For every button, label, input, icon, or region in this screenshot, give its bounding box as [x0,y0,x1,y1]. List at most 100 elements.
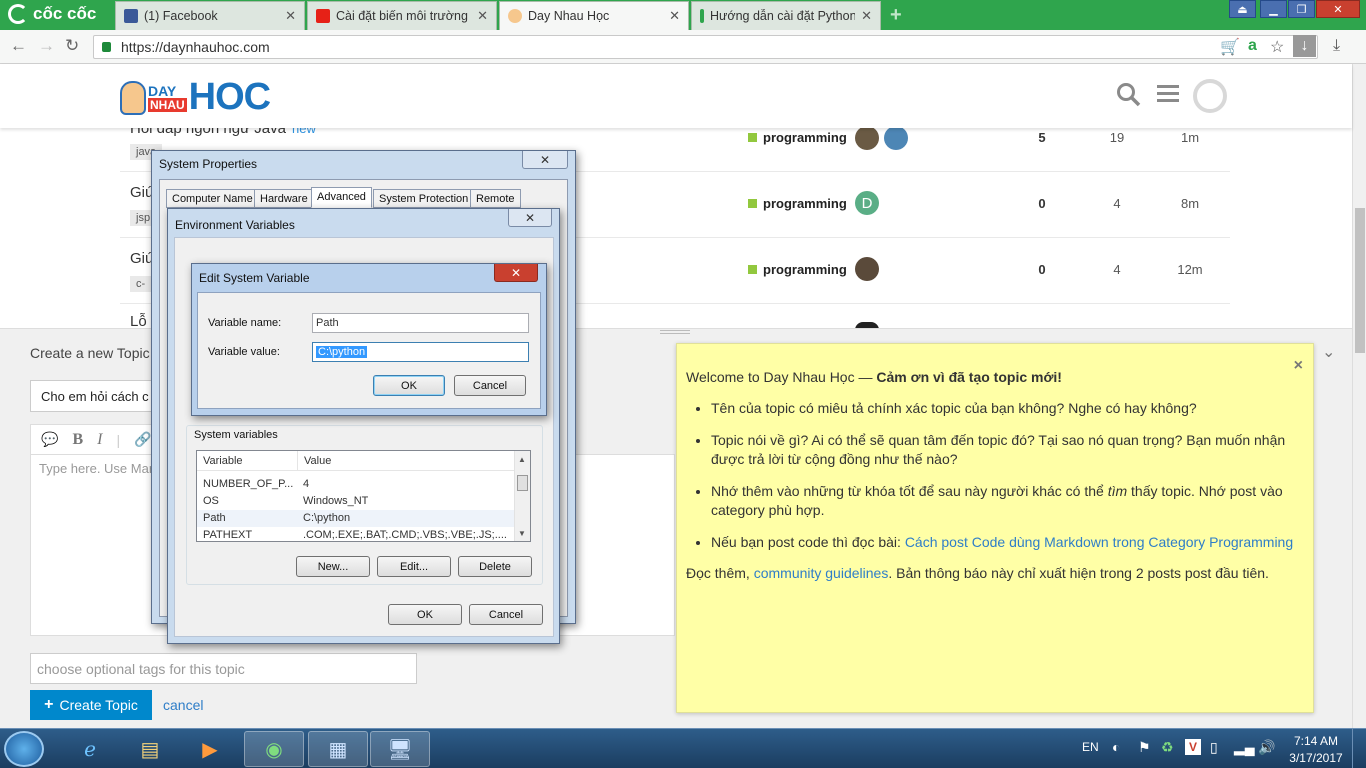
list-item[interactable]: Path C:\python [197,510,515,527]
close-tab-icon[interactable]: ✕ [669,8,680,24]
cart-icon[interactable]: 🛒 [1220,37,1240,57]
tab-python-guide[interactable]: Hướng dẫn cài đặt Python ✕ [691,1,881,30]
system-properties-taskbar-icon[interactable]: 🖥 [370,731,430,767]
star-icon[interactable]: ☆ [1270,37,1284,57]
signal-icon[interactable]: ▂▄ [1234,739,1255,756]
italic-icon[interactable]: I [97,431,102,449]
url-input[interactable]: https://daynhauhoc.com [93,35,1318,59]
list-item[interactable]: OS Windows_NT [197,493,515,510]
back-icon[interactable]: ← [10,36,27,56]
category-badge[interactable]: programming [748,130,847,145]
close-icon[interactable]: ✕ [522,151,568,169]
scrollbar-thumb[interactable] [517,475,528,491]
ok-button[interactable]: OK [373,375,445,396]
new-variable-button[interactable]: New... [296,556,370,577]
markdown-guide-link[interactable]: Cách post Code dùng Markdown trong Categ… [905,534,1293,550]
action-center-icon[interactable]: ⚑ [1138,739,1151,756]
volume-icon[interactable]: 🔊 [1258,739,1275,756]
media-player-icon[interactable]: ▶ [180,731,240,767]
hamburger-menu-icon[interactable] [1157,82,1181,113]
tab-facebook[interactable]: (1) Facebook ✕ [115,1,305,30]
poster-avatar[interactable] [855,257,879,281]
poster-avatar[interactable]: D [855,191,879,215]
savior-download-icon[interactable]: ↓ [1293,35,1316,57]
page-scrollbar[interactable] [1352,64,1366,728]
column-header[interactable]: Value [297,451,331,471]
ok-button[interactable]: OK [388,604,462,625]
edit-variable-button[interactable]: Edit... [377,556,451,577]
activity-time[interactable]: 12m [1170,262,1210,277]
bold-icon[interactable]: B [72,431,83,449]
cancel-button[interactable]: Cancel [454,375,526,396]
profile-icon[interactable]: ⏏ [1229,0,1256,18]
column-header[interactable]: Variable [203,455,243,467]
close-tab-icon[interactable]: ✕ [477,8,488,24]
variable-name-input[interactable]: Path [312,313,529,333]
list-scrollbar[interactable]: ▲ ▼ [514,451,530,541]
internet-explorer-icon[interactable]: ℯ [60,731,120,767]
topic-tag[interactable]: c- [130,276,152,292]
file-explorer-icon[interactable]: ▤ [120,731,180,767]
topic-title[interactable]: Giú [130,184,153,201]
quote-icon[interactable]: 💬 [41,431,58,448]
tab-system-protection[interactable]: System Protection [373,189,475,208]
system-clock[interactable]: 7:14 AM 3/17/2017 [1282,733,1350,767]
topic-title-input[interactable]: Cho em hỏi cách c [30,380,170,412]
create-topic-button[interactable]: + Create Topic [30,690,152,720]
tray-app-icon[interactable]: ♻ [1161,739,1174,756]
forward-icon[interactable]: → [38,36,55,56]
link-icon[interactable]: 🔗 [134,431,151,448]
variable-value-input[interactable]: C:\python [312,342,529,362]
reload-icon[interactable]: ↻ [65,36,79,56]
replies-count: 0 [1038,262,1046,277]
close-icon[interactable]: × [1294,356,1303,375]
control-panel-icon[interactable]: ▦ [308,731,368,767]
device-icon[interactable]: ▯ [1210,739,1218,756]
coccoc-browser-icon[interactable]: ◉ [244,731,304,767]
minimize-icon[interactable]: ▁ [1260,0,1287,18]
tags-input[interactable]: choose optional tags for this topic [30,653,417,684]
composer-resize-grip[interactable] [660,330,690,334]
community-guidelines-link[interactable]: community guidelines [754,565,889,581]
list-item[interactable]: NUMBER_OF_P... 4 [197,476,515,493]
search-icon[interactable] [1116,82,1142,115]
topic-title[interactable]: Giú [130,250,153,267]
views-count: 19 [1109,130,1125,145]
chevron-down-icon[interactable]: ⌄ [1322,342,1335,362]
tab-computer-name[interactable]: Computer Name [166,189,259,208]
browser-brand[interactable]: cốc cốc [8,4,96,24]
close-icon[interactable]: ✕ [508,209,552,227]
site-logo[interactable]: DAY NHAU HOC [120,76,271,119]
category-badge[interactable]: programming [748,262,847,277]
tab-hardware[interactable]: Hardware [254,189,314,208]
close-tab-icon[interactable]: ✕ [285,8,296,24]
system-variables-list[interactable]: Variable Value NUMBER_OF_P... 4 OS Windows… [196,450,531,542]
tab-advanced[interactable]: Advanced [311,187,372,208]
show-desktop-button[interactable] [1352,729,1366,768]
tab-remote[interactable]: Remote [470,189,521,208]
close-icon[interactable]: ✕ [494,264,538,282]
dictionary-icon[interactable]: a [1248,37,1257,55]
poster-avatar[interactable] [884,126,908,150]
category-badge[interactable]: programming [748,196,847,211]
antivirus-icon[interactable]: V [1185,739,1201,755]
list-item[interactable]: PATHEXT .COM;.EXE;.BAT;.CMD;.VBS;.VBE;.JS… [197,527,515,541]
start-button[interactable] [4,731,44,767]
scrollbar-thumb[interactable] [1355,208,1365,353]
cancel-button[interactable]: Cancel [469,604,543,625]
language-indicator[interactable]: EN [1082,740,1099,754]
window-close-icon[interactable]: ✕ [1316,0,1360,18]
tab-youtube[interactable]: Cài đặt biến môi trường tr ✕ [307,1,497,30]
poster-avatar[interactable] [855,126,879,150]
tab-daynhauhoc[interactable]: Day Nhau Học ✕ [499,1,689,30]
downloads-icon[interactable]: ⤓ [1333,37,1340,55]
activity-time[interactable]: 8m [1170,196,1210,211]
close-tab-icon[interactable]: ✕ [861,8,872,24]
network-icon[interactable]: ◐ [1112,739,1120,755]
activity-time[interactable]: 1m [1170,130,1210,145]
user-avatar[interactable] [1193,79,1227,113]
cancel-link[interactable]: cancel [163,697,203,713]
new-tab-icon[interactable]: + [890,4,902,27]
delete-variable-button[interactable]: Delete [458,556,532,577]
restore-icon[interactable]: ❐ [1288,0,1315,18]
